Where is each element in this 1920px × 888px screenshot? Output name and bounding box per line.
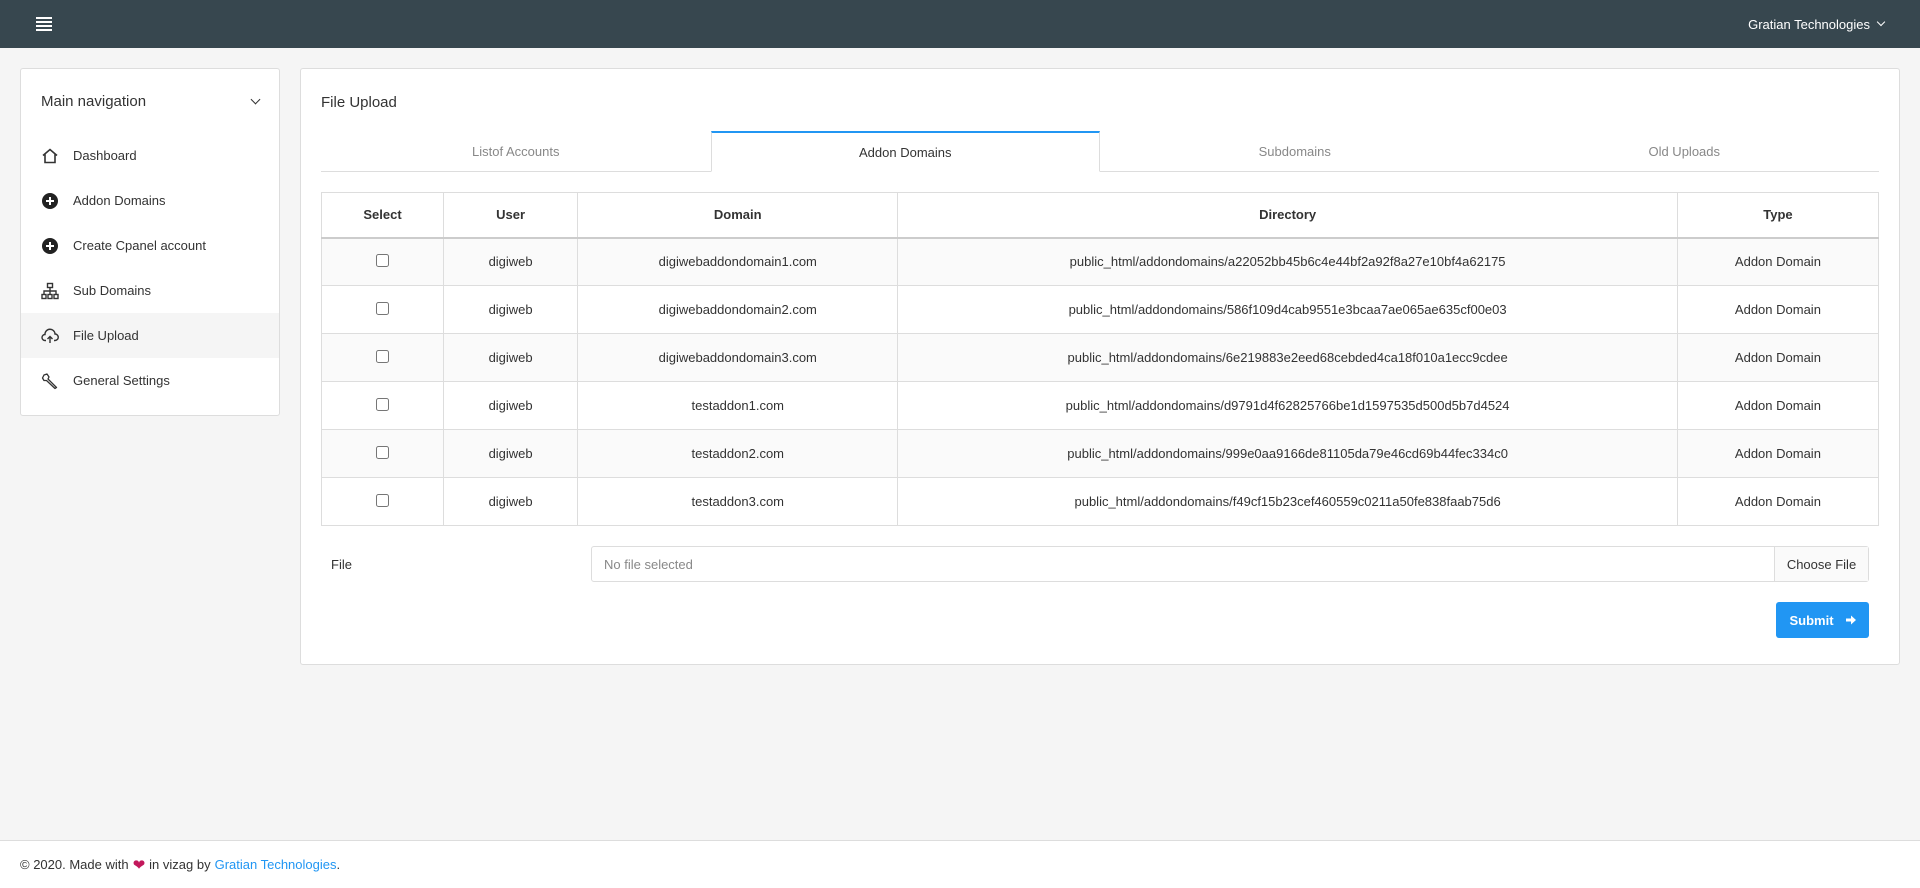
select-cell [320, 333, 445, 382]
directory-cell: public_html/addondomains/6e219883e2eed68… [897, 333, 1678, 382]
plus-circle-icon [41, 192, 59, 210]
sidebar-item-general-settings[interactable]: General Settings [21, 358, 279, 403]
row-select-checkbox[interactable] [376, 349, 390, 363]
row-select-checkbox[interactable] [376, 301, 390, 315]
row-select-checkbox[interactable] [376, 253, 390, 267]
submit-row: Submit [321, 602, 1879, 638]
select-cell [320, 285, 445, 334]
sidebar-item-label: Dashboard [73, 148, 137, 163]
sidebar-item-label: File Upload [73, 328, 139, 343]
footer-prefix: © 2020. Made with [20, 857, 129, 872]
directory-cell: public_html/addondomains/999e0aa9166de81… [897, 429, 1678, 478]
sidebar-item-label: Create Cpanel account [73, 238, 206, 253]
submit-button[interactable]: Submit [1776, 602, 1869, 638]
type-cell: Addon Domain [1676, 285, 1880, 334]
home-icon [41, 147, 59, 165]
directory-cell: public_html/addondomains/a22052bb45b6c4e… [897, 237, 1678, 286]
arrow-right-icon [1845, 613, 1856, 628]
file-label: File [331, 556, 352, 572]
row-select-checkbox[interactable] [376, 493, 390, 507]
user-cell: digiweb [443, 333, 579, 382]
user-name: Gratian Technologies [1748, 16, 1870, 32]
type-cell: Addon Domain [1676, 381, 1880, 430]
table-row: digiweb digiwebaddondomain3.com public_h… [320, 333, 1880, 382]
type-cell: Addon Domain [1676, 333, 1880, 382]
hamburger-menu-icon[interactable] [36, 17, 52, 31]
footer-company-link[interactable]: Gratian Technologies [215, 857, 337, 872]
column-header-domain: Domain [577, 192, 899, 239]
select-cell [320, 477, 445, 526]
domain-cell: testaddon1.com [577, 381, 899, 430]
sidebar: Main navigation Dashboard Addon Domains … [20, 68, 280, 416]
heart-icon: ❤ [132, 856, 146, 874]
column-header-select: Select [320, 192, 445, 239]
select-cell [320, 429, 445, 478]
directory-cell: public_html/addondomains/f49cf15b23cef46… [897, 477, 1678, 526]
type-cell: Addon Domain [1676, 429, 1880, 478]
sidebar-item-sub-domains[interactable]: Sub Domains [21, 268, 279, 313]
main-navigation-toggle[interactable]: Main navigation [21, 69, 279, 133]
user-cell: digiweb [443, 237, 579, 286]
sidebar-item-label: Addon Domains [73, 193, 166, 208]
tab-addon-domains[interactable]: Addon Domains [710, 131, 1100, 172]
footer-middle: in vizag by [149, 857, 211, 872]
type-cell: Addon Domain [1676, 237, 1880, 286]
table-row: digiweb testaddon3.com public_html/addon… [320, 477, 1880, 526]
directory-cell: public_html/addondomains/d9791d4f6282576… [897, 381, 1678, 430]
wrench-icon [41, 372, 59, 390]
chevron-down-icon [1876, 17, 1886, 27]
table-row: digiweb testaddon2.com public_html/addon… [320, 429, 1880, 478]
domain-cell: digiwebaddondomain1.com [577, 237, 899, 286]
sidebar-header-label: Main navigation [41, 92, 147, 110]
tab-listof-accounts[interactable]: Listof Accounts [321, 131, 711, 171]
domain-cell: testaddon2.com [577, 429, 899, 478]
table-row: digiweb testaddon1.com public_html/addon… [320, 381, 1880, 430]
file-input[interactable]: No file selected Choose File [591, 546, 1869, 582]
user-cell: digiweb [443, 429, 579, 478]
choose-file-button[interactable]: Choose File [1774, 547, 1868, 581]
row-select-checkbox[interactable] [376, 397, 390, 411]
domain-cell: digiwebaddondomain2.com [577, 285, 899, 334]
sidebar-item-dashboard[interactable]: Dashboard [21, 133, 279, 178]
chevron-down-icon [250, 94, 261, 104]
sidebar-item-file-upload[interactable]: File Upload [21, 313, 279, 358]
sidebar-item-label: General Settings [73, 373, 170, 388]
type-cell: Addon Domain [1676, 477, 1880, 526]
sidebar-item-label: Sub Domains [73, 283, 152, 298]
user-menu[interactable]: Gratian Technologies [1748, 16, 1886, 32]
column-header-user: User [443, 192, 579, 239]
plus-circle-icon [41, 237, 59, 255]
column-header-type: Type [1676, 192, 1880, 239]
file-input-placeholder: No file selected [604, 556, 693, 572]
user-cell: digiweb [443, 477, 579, 526]
table-row: digiweb digiwebaddondomain1.com public_h… [320, 237, 1880, 286]
table-header-row: Select User Domain Directory Type [320, 192, 1880, 239]
tab-subdomains[interactable]: Subdomains [1100, 131, 1490, 171]
top-navbar: Gratian Technologies [0, 0, 1920, 48]
file-upload-card: File Upload Listof Accounts Addon Domain… [300, 68, 1900, 665]
row-select-checkbox[interactable] [376, 445, 390, 459]
table-row: digiweb digiwebaddondomain2.com public_h… [320, 285, 1880, 334]
addon-domains-table: Select User Domain Directory Type digiwe… [320, 192, 1880, 526]
domain-cell: testaddon3.com [577, 477, 899, 526]
select-cell [320, 237, 445, 286]
page-title: File Upload [321, 94, 397, 111]
user-cell: digiweb [443, 381, 579, 430]
domain-cell: digiwebaddondomain3.com [577, 333, 899, 382]
column-header-directory: Directory [897, 192, 1678, 239]
tab-bar: Listof Accounts Addon Domains Subdomains… [321, 131, 1879, 172]
sidebar-item-addon-domains[interactable]: Addon Domains [21, 178, 279, 223]
footer: © 2020. Made with ❤ in vizag by Gratian … [0, 840, 1920, 888]
footer-suffix: . [336, 857, 341, 872]
user-cell: digiweb [443, 285, 579, 334]
cloud-upload-icon [41, 327, 59, 345]
sitemap-icon [41, 282, 59, 300]
file-field-row: File No file selected Choose File [321, 546, 1879, 582]
submit-button-label: Submit [1789, 612, 1834, 628]
select-cell [320, 381, 445, 430]
tab-old-uploads[interactable]: Old Uploads [1490, 131, 1880, 171]
directory-cell: public_html/addondomains/586f109d4cab955… [897, 285, 1678, 334]
sidebar-item-create-cpanel-account[interactable]: Create Cpanel account [21, 223, 279, 268]
